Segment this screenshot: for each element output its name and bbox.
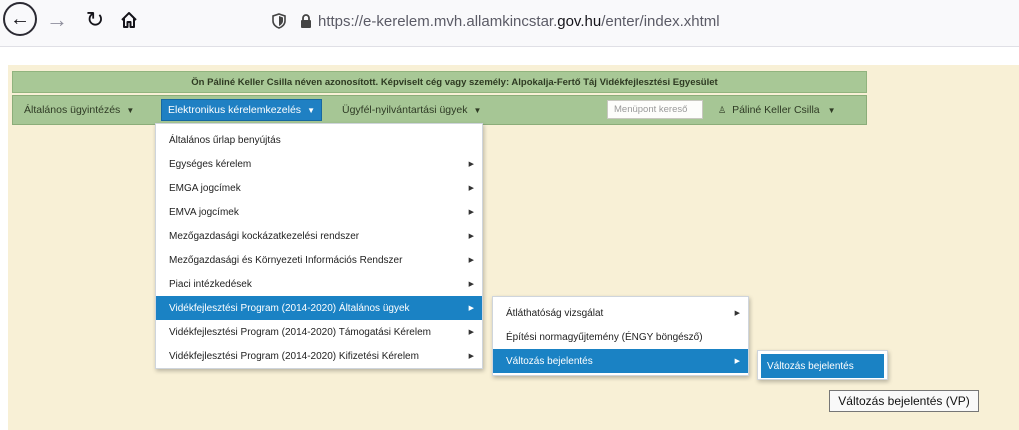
menu-item-vp-tamogatasi-kerelem[interactable]: Vidékfejlesztési Program (2014-2020) Tám… (156, 320, 482, 344)
caret-down-icon: ▼ (307, 105, 315, 115)
caret-right-icon: ▶ (734, 310, 740, 317)
caret-right-icon: ▶ (468, 233, 474, 240)
caret-right-icon: ▶ (468, 329, 474, 336)
menu-label: Elektronikus kérelemkezelés (168, 104, 302, 116)
caret-right-icon: ▶ (468, 257, 474, 264)
menu-search-input[interactable]: Menüpont kereső (607, 100, 703, 119)
shield-icon (272, 13, 286, 29)
lock-icon (301, 14, 311, 28)
url-path: /enter/index.xhtml (601, 12, 720, 30)
browser-toolbar: ← → ↻ https://e-kerelem.mvh.allamkincsta… (0, 0, 1019, 46)
arrow-right-icon: → (46, 7, 68, 32)
menu-item-epitesi-normagyujtemeny[interactable]: Építési normagyűjtemény (ÉNGY böngésző) (493, 325, 748, 349)
reload-button[interactable]: ↻ (82, 5, 108, 35)
menu-item-label: Piaci intézkedések (169, 278, 252, 290)
caret-down-icon: ▼ (126, 105, 135, 115)
menu-item-vp-kifizetesi-kerelem[interactable]: Vidékfejlesztési Program (2014-2020) Kif… (156, 344, 482, 368)
address-bar[interactable]: https://e-kerelem.mvh.allamkincstar. gov.… (266, 6, 826, 36)
menu-item-atlathatosag-vizsgalat[interactable]: Átláthatóság vizsgálat ▶ (493, 301, 748, 325)
menu-item-label: Általános űrlap benyújtás (169, 134, 281, 146)
home-button[interactable] (116, 5, 142, 35)
dropdown-vp-altalanos-ugyek: Átláthatóság vizsgálat ▶ Építési normagyű… (492, 296, 749, 376)
caret-down-icon: ▼ (473, 105, 482, 115)
search-placeholder: Menüpont kereső (614, 104, 688, 115)
caret-right-icon: ▶ (468, 185, 474, 192)
menu-item-label: Vidékfejlesztési Program (2014-2020) Tám… (169, 326, 431, 338)
menu-item-egyseges-kerelem[interactable]: Egységes kérelem ▶ (156, 152, 482, 176)
home-icon (121, 12, 137, 28)
menu-item-label: Mezőgazdasági kockázatkezelési rendszer (169, 230, 360, 242)
arrow-left-icon: ← (10, 7, 30, 30)
menu-item-kornyezeti-informacios[interactable]: Mezőgazdasági és Környezeti Információs … (156, 248, 482, 272)
menu-item-valtozas-bejelentes[interactable]: Változás bejelentés ▶ (493, 349, 748, 373)
caret-right-icon: ▶ (468, 281, 474, 288)
menu-item-label: Változás bejelentés (767, 360, 854, 372)
reload-icon: ↻ (85, 7, 105, 32)
forward-button[interactable]: → (44, 5, 70, 35)
menu-item-label: EMVA jogcímek (169, 206, 239, 218)
caret-right-icon: ▶ (468, 209, 474, 216)
menu-item-label: Vidékfejlesztési Program (2014-2020) Ált… (169, 302, 410, 314)
url-prefix: https://e-kerelem.mvh.allamkincstar. (318, 12, 558, 30)
menu-label: Általános ügyintézés (24, 104, 121, 116)
caret-right-icon: ▶ (468, 305, 474, 312)
caret-right-icon: ▶ (468, 161, 474, 168)
menu-altalanos-ugyintezes[interactable]: Általános ügyintézés ▼ (24, 96, 134, 124)
menu-item-label: Építési normagyűjtemény (ÉNGY böngésző) (506, 331, 703, 343)
menu-label: Ügyfél-nyilvántartási ügyek (342, 104, 468, 116)
tooltip: Változás bejelentés (VP) (829, 390, 979, 412)
menu-item-piaci-intezkedesek[interactable]: Piaci intézkedések ▶ (156, 272, 482, 296)
menu-ugyfel-nyilvantartasi-ugyek[interactable]: Ügyfél-nyilvántartási ügyek ▼ (342, 96, 481, 124)
dropdown-elektronikus-kerelemkezeles: Általános űrlap benyújtás Egységes kérel… (155, 123, 483, 369)
menu-item-vp-altalanos-ugyek[interactable]: Vidékfejlesztési Program (2014-2020) Ált… (156, 296, 482, 320)
user-icon: ♙ (718, 104, 727, 115)
caret-down-icon: ▼ (827, 105, 836, 115)
caret-right-icon: ▶ (468, 353, 474, 360)
menu-item-label: Változás bejelentés (506, 355, 593, 367)
user-menu[interactable]: ♙ Páliné Keller Csilla ▼ (718, 101, 836, 119)
dropdown-valtozas-bejelentes: Változás bejelentés (757, 350, 888, 380)
menu-item-label: Vidékfejlesztési Program (2014-2020) Kif… (169, 350, 419, 362)
identification-text: Ön Páliné Keller Csilla néven azonosítot… (191, 76, 718, 88)
menu-item-emva[interactable]: EMVA jogcímek ▶ (156, 200, 482, 224)
menu-item-emga[interactable]: EMGA jogcímek ▶ (156, 176, 482, 200)
user-name: Páliné Keller Csilla (732, 104, 820, 116)
menu-item-valtozas-bejelentes-leaf[interactable]: Változás bejelentés (761, 354, 884, 378)
menu-item-label: Egységes kérelem (169, 158, 252, 170)
caret-right-icon: ▶ (734, 358, 740, 365)
tooltip-text: Változás bejelentés (VP) (838, 394, 970, 408)
menu-item-label: EMGA jogcímek (169, 182, 241, 194)
menu-item-label: Átláthatóság vizsgálat (506, 307, 604, 319)
identification-bar: Ön Páliné Keller Csilla néven azonosítot… (12, 71, 867, 93)
menu-item-altalanos-urlap[interactable]: Általános űrlap benyújtás (156, 128, 482, 152)
menu-item-kockazatkezelesi[interactable]: Mezőgazdasági kockázatkezelési rendszer ▶ (156, 224, 482, 248)
menu-elektronikus-kerelemkezeles[interactable]: Elektronikus kérelemkezelés ▼ (161, 99, 322, 121)
url-domain: gov.hu (557, 12, 602, 30)
back-button[interactable]: ← (3, 2, 37, 36)
menu-item-label: Mezőgazdasági és Környezeti Információs … (169, 254, 403, 266)
